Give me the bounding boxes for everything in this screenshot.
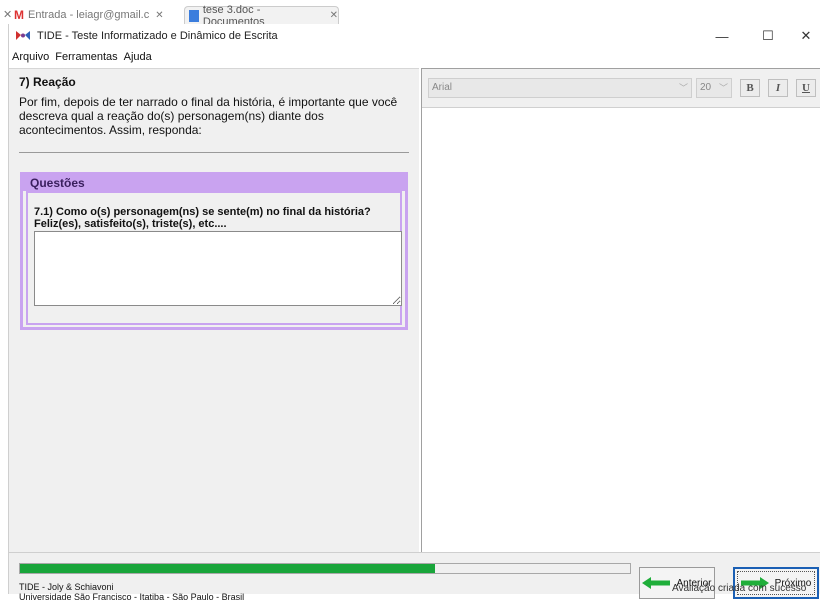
browser-tab-strip: ✕ M Entrada - leiagr@gmail.c ✕ tese 3.do… (0, 0, 820, 24)
editor-toolbar: Arial ﹀ 20 ﹀ B I U (422, 69, 820, 108)
chevron-down-icon: ﹀ (678, 83, 688, 93)
progress-fill (20, 564, 435, 573)
font-size-value: 20 (700, 82, 712, 93)
menu-ajuda[interactable]: Ajuda (121, 51, 155, 63)
credits-line: TIDE - Joly & Schiavoni (19, 582, 114, 592)
bold-button[interactable]: B (740, 79, 760, 97)
answer-field[interactable] (34, 231, 402, 306)
underline-button[interactable]: U (796, 79, 816, 97)
maximize-button[interactable]: ☐ (749, 26, 787, 46)
questions-header: Questões (23, 175, 405, 191)
document-icon (189, 9, 199, 22)
chevron-down-icon: ﹀ (718, 83, 728, 93)
section-title: 7) Reação (19, 75, 76, 89)
browser-tab-label: Entrada - leiagr@gmail.c (28, 9, 150, 21)
menu-ferramentas[interactable]: Ferramentas (52, 51, 120, 63)
close-icon[interactable]: ✕ (330, 10, 338, 21)
italic-button[interactable]: I (768, 79, 788, 97)
font-family-select[interactable]: Arial ﹀ (428, 78, 692, 98)
title-bar: TIDE - Teste Informatizado e Dinâmico de… (9, 24, 820, 48)
font-family-value: Arial (432, 82, 453, 93)
instructions-panel: 7) Reação Por fim, depois de ter narrado… (9, 68, 419, 552)
menu-bar: Arquivo Ferramentas Ajuda (9, 48, 820, 66)
divider (19, 152, 409, 153)
close-icon[interactable]: ✕ (155, 10, 163, 21)
questions-title: Questões (30, 176, 85, 190)
browser-tab-label: tese 3.doc - Documentos (202, 3, 265, 25)
arrow-left-icon (642, 577, 671, 589)
section-description: Por fim, depois de ter narrado o final d… (19, 95, 398, 137)
font-size-select[interactable]: 20 ﹀ (696, 78, 732, 98)
notification-toast: Avaliação criada com sucesso (672, 583, 807, 594)
question-text: 7.1) Como o(s) personagem(ns) se sente(m… (34, 206, 371, 230)
progress-bar (19, 563, 631, 574)
menu-arquivo[interactable]: Arquivo (9, 51, 52, 63)
close-button[interactable]: ✕ (787, 26, 820, 46)
window-title: TIDE - Teste Informatizado e Dinâmico de… (37, 30, 278, 42)
browser-tab-gmail[interactable]: M Entrada - leiagr@gmail.c ✕ (14, 6, 184, 24)
close-icon[interactable]: ✕ (3, 8, 12, 21)
questions-group: Questões 7.1) Como o(s) personagem(ns) s… (20, 172, 408, 330)
minimize-button[interactable]: — (703, 26, 741, 46)
app-window: TIDE - Teste Informatizado e Dinâmico de… (8, 24, 820, 602)
credits: TIDE - Joly & Schiavoni Universidade São… (19, 582, 244, 602)
question-item: 7.1) Como o(s) personagem(ns) se sente(m… (26, 191, 402, 325)
tide-logo-icon (16, 31, 30, 40)
browser-tab-docs[interactable]: tese 3.doc - Documentos ✕ (184, 3, 339, 25)
gmail-icon: M (14, 8, 24, 22)
text-editor-panel: Arial ﹀ 20 ﹀ B I U (421, 68, 820, 552)
editor-text-area[interactable] (422, 109, 820, 553)
